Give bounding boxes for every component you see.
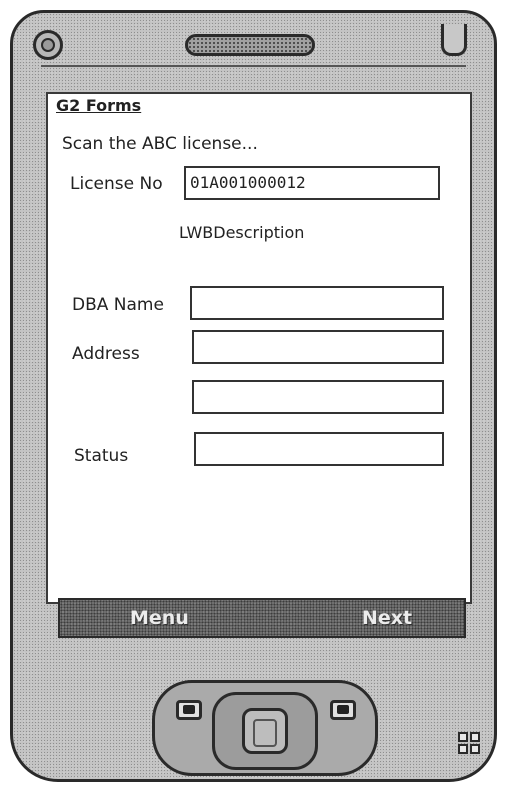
address-label: Address [72,344,140,364]
status-field[interactable] [194,432,444,466]
end-call-icon[interactable] [330,700,356,720]
status-label: Status [74,446,129,466]
windows-logo-icon[interactable] [458,732,480,754]
menu-softkey[interactable]: Menu [130,607,189,629]
bezel-line [41,65,466,75]
address-line1-field[interactable] [192,330,444,364]
softkey-bar: Menu Next [58,598,466,638]
power-icon[interactable] [33,30,63,60]
stylus-slot [441,24,467,56]
scan-instruction: Scan the ABC license... [62,134,258,154]
license-label: License No [70,174,163,194]
lwb-description-label: LWBDescription [179,223,305,242]
screen: G2 Forms Scan the ABC license... License… [46,92,472,604]
app-title: G2 Forms [56,96,142,115]
address-line2-field[interactable] [192,380,444,414]
next-softkey[interactable]: Next [362,607,412,629]
call-icon[interactable] [176,700,202,720]
dpad-center-button[interactable] [242,708,288,754]
license-field[interactable]: 01A001000012 [184,166,440,200]
dba-name-field[interactable] [190,286,444,320]
speaker-grille [185,34,315,56]
dba-name-label: DBA Name [72,295,164,315]
